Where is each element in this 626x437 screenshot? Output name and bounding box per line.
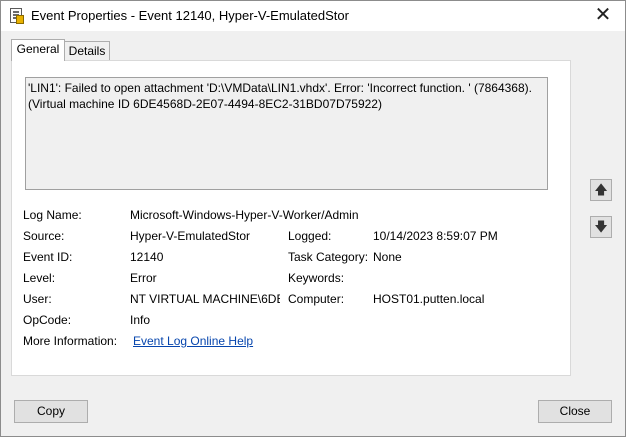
tab-details[interactable]: Details	[64, 41, 110, 61]
task-category-value: None	[373, 250, 402, 264]
copy-button[interactable]: Copy	[14, 400, 88, 423]
opcode-label: OpCode:	[23, 313, 72, 327]
arrow-down-icon: 🡇	[594, 219, 608, 234]
log-name-label: Log Name:	[23, 208, 82, 222]
opcode-value: Info	[130, 313, 151, 327]
title-bar: Event Properties - Event 12140, Hyper-V-…	[1, 1, 625, 31]
next-event-button[interactable]: 🡇	[590, 216, 612, 238]
source-label: Source:	[23, 229, 65, 243]
close-button[interactable]: Close	[538, 400, 612, 423]
window-title: Event Properties - Event 12140, Hyper-V-…	[31, 8, 349, 23]
description-line-1: 'LIN1': Failed to open attachment 'D:\VM…	[28, 81, 532, 95]
description-line-2: (Virtual machine ID 6DE4568D-2E07-4494-8…	[28, 97, 382, 111]
computer-value: HOST01.putten.local	[373, 292, 485, 306]
keywords-label: Keywords:	[288, 271, 345, 285]
previous-event-button[interactable]: 🡅	[590, 179, 612, 201]
online-help-link[interactable]: Event Log Online Help	[133, 334, 253, 348]
tab-general[interactable]: General	[11, 39, 65, 61]
event-viewer-icon	[10, 8, 24, 24]
source-value: Hyper-V-EmulatedStor	[130, 229, 251, 243]
event-id-label: Event ID:	[23, 250, 73, 264]
logged-label: Logged:	[288, 229, 332, 243]
computer-label: Computer:	[288, 292, 345, 306]
description-box[interactable]: 'LIN1': Failed to open attachment 'D:\VM…	[25, 77, 548, 190]
close-icon[interactable]: ✕	[581, 1, 625, 31]
event-id-value: 12140	[130, 250, 164, 264]
more-info-label: More Information:	[23, 334, 118, 348]
task-category-label: Task Category:	[288, 250, 369, 264]
level-label: Level:	[23, 271, 56, 285]
user-value: NT VIRTUAL MACHINE\6DE4	[130, 292, 280, 306]
arrow-up-icon: 🡅	[594, 182, 608, 197]
level-value: Error	[130, 271, 157, 285]
logged-value: 10/14/2023 8:59:07 PM	[373, 229, 498, 243]
log-name-value: Microsoft-Windows-Hyper-V-Worker/Admin	[130, 208, 359, 222]
event-properties-window: Event Properties - Event 12140, Hyper-V-…	[0, 0, 626, 437]
description-text: 'LIN1': Failed to open attachment 'D:\VM…	[28, 80, 543, 112]
user-label: User:	[23, 292, 52, 306]
